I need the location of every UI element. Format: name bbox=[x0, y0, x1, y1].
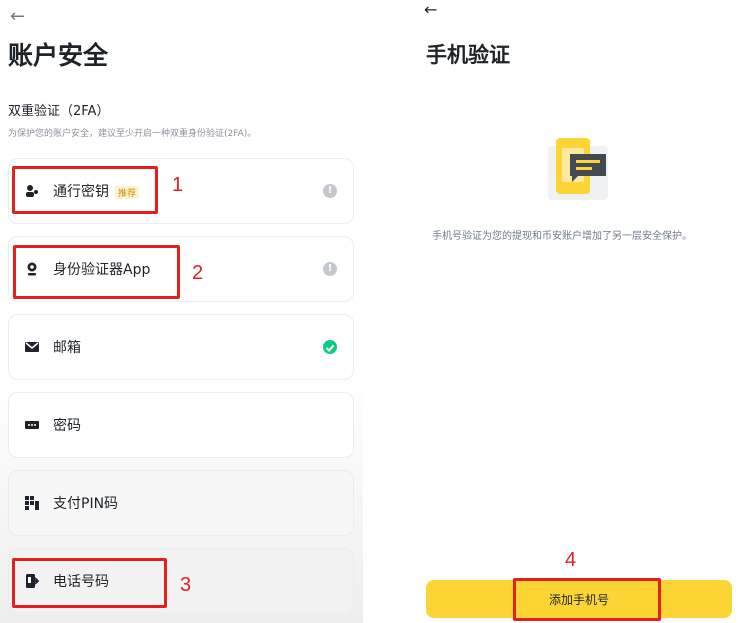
email-icon bbox=[25, 342, 39, 352]
add-phone-button-label: 添加手机号 bbox=[548, 593, 609, 607]
option-label: 支付PIN码 bbox=[53, 496, 119, 512]
info-icon: ! bbox=[323, 262, 337, 276]
annotation-number-2: 2 bbox=[192, 262, 204, 284]
back-arrow-icon[interactable]: ← bbox=[424, 0, 437, 19]
back-arrow-icon[interactable]: ← bbox=[10, 6, 25, 27]
option-password[interactable]: 密码 bbox=[8, 392, 354, 458]
pin-icon bbox=[25, 496, 39, 510]
account-security-panel: ← 账户安全 双重验证（2FA） 为保护您的账户安全，建议至少开启一种双重身份验… bbox=[0, 0, 363, 623]
option-payment-pin[interactable]: 支付PIN码 bbox=[8, 470, 354, 536]
recommended-badge: 推荐 bbox=[115, 185, 140, 199]
option-label: 密码 bbox=[53, 418, 81, 434]
option-label: 通行密钥 推荐 bbox=[53, 181, 140, 201]
option-authenticator-app[interactable]: 身份验证器App ! bbox=[8, 236, 354, 302]
option-email[interactable]: 邮箱 bbox=[8, 314, 354, 380]
option-label: 电话号码 bbox=[53, 574, 109, 590]
option-label: 邮箱 bbox=[53, 340, 81, 356]
phone-icon bbox=[26, 574, 39, 588]
page-title: 账户安全 bbox=[8, 41, 109, 70]
passkey-icon bbox=[26, 185, 38, 197]
description-text: 手机号验证为您的提现和币安账户增加了另一层安全保护。 bbox=[432, 231, 692, 242]
annotation-number-3: 3 bbox=[180, 574, 192, 596]
add-phone-button[interactable]: 添加手机号 bbox=[426, 580, 732, 618]
info-icon: ! bbox=[323, 184, 337, 198]
option-label: 身份验证器App bbox=[53, 262, 151, 278]
phone-verification-panel: ← 手机验证 手机号验证为您的提现和币安账户增加了另一层安全保护。 添加手机号 bbox=[414, 0, 738, 623]
section-title: 双重验证（2FA） bbox=[8, 104, 110, 119]
password-icon bbox=[25, 421, 39, 429]
page-title: 手机验证 bbox=[426, 43, 510, 67]
authenticator-icon bbox=[27, 262, 37, 276]
phone-message-illustration bbox=[548, 138, 608, 200]
annotation-number-4: 4 bbox=[565, 549, 577, 571]
verified-check-icon bbox=[323, 340, 337, 354]
annotation-number-1: 1 bbox=[172, 174, 184, 196]
section-description: 为保护您的账户安全，建议至少开启一种双重身份验证(2FA)。 bbox=[8, 129, 257, 139]
